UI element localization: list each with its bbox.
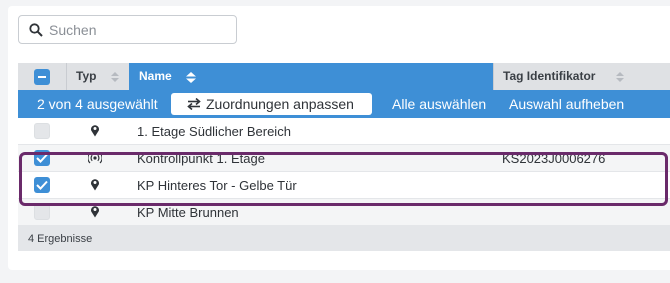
- deselect-all-link[interactable]: Auswahl aufheben: [509, 96, 624, 112]
- row-name: 1. Etage Südlicher Bereich: [137, 124, 291, 139]
- selection-action-bar: 2 von 4 ausgewählt Zuordnungen anpassen …: [18, 90, 670, 118]
- sort-icon: [186, 72, 196, 83]
- select-all-checkbox[interactable]: [34, 69, 50, 85]
- row-tag: KS2023J0006276: [502, 151, 606, 166]
- row-name: KP Hinteres Tor - Gelbe Tür: [137, 178, 297, 193]
- search-icon: [29, 23, 43, 37]
- row-checkbox[interactable]: [34, 150, 50, 166]
- table-row[interactable]: 1. Etage Südlicher Bereich: [18, 118, 670, 145]
- sort-icon: [111, 72, 119, 82]
- checkmark-icon: [36, 180, 48, 190]
- selection-count: 2 von 4 ausgewählt: [37, 96, 158, 112]
- column-header-name[interactable]: Name: [129, 63, 494, 90]
- column-header-tag-label: Tag Identifikator: [503, 69, 596, 83]
- map-pin-icon: [91, 206, 99, 218]
- map-pin-icon: [91, 179, 99, 191]
- table-row[interactable]: Kontrollpunkt 1. Etage KS2023J0006276: [18, 145, 670, 172]
- adjust-assignments-label: Zuordnungen anpassen: [206, 96, 354, 112]
- search-input[interactable]: [49, 16, 229, 43]
- header-select-column: [18, 63, 67, 90]
- column-header-tag[interactable]: Tag Identifikator: [494, 63, 670, 90]
- results-footer: 4 Ergebnisse: [18, 226, 670, 251]
- column-header-name-label: Name: [139, 69, 172, 83]
- adjust-assignments-button[interactable]: Zuordnungen anpassen: [171, 93, 372, 115]
- map-pin-icon: [91, 125, 99, 137]
- row-checkbox[interactable]: [34, 123, 50, 139]
- table-row[interactable]: KP Mitte Brunnen: [18, 199, 670, 226]
- select-all-link[interactable]: Alle auswählen: [392, 96, 486, 112]
- table-row[interactable]: KP Hinteres Tor - Gelbe Tür: [18, 172, 670, 199]
- radio-tag-icon: [88, 152, 102, 164]
- swap-arrows-icon: [187, 98, 201, 110]
- row-name: Kontrollpunkt 1. Etage: [137, 151, 265, 166]
- row-checkbox[interactable]: [34, 204, 50, 220]
- sort-icon: [616, 72, 624, 82]
- column-header-type-label: Typ: [76, 69, 97, 83]
- table-header: Typ Name Tag Identifikator: [18, 63, 670, 90]
- checkpoint-table: Typ Name Tag Identifikator 2 von 4 ausge…: [18, 63, 670, 251]
- search-box[interactable]: [18, 15, 237, 44]
- checkmark-icon: [36, 153, 48, 163]
- row-name: KP Mitte Brunnen: [137, 205, 239, 220]
- column-header-type[interactable]: Typ: [67, 63, 130, 90]
- results-count: 4 Ergebnisse: [28, 233, 93, 245]
- row-checkbox[interactable]: [34, 177, 50, 193]
